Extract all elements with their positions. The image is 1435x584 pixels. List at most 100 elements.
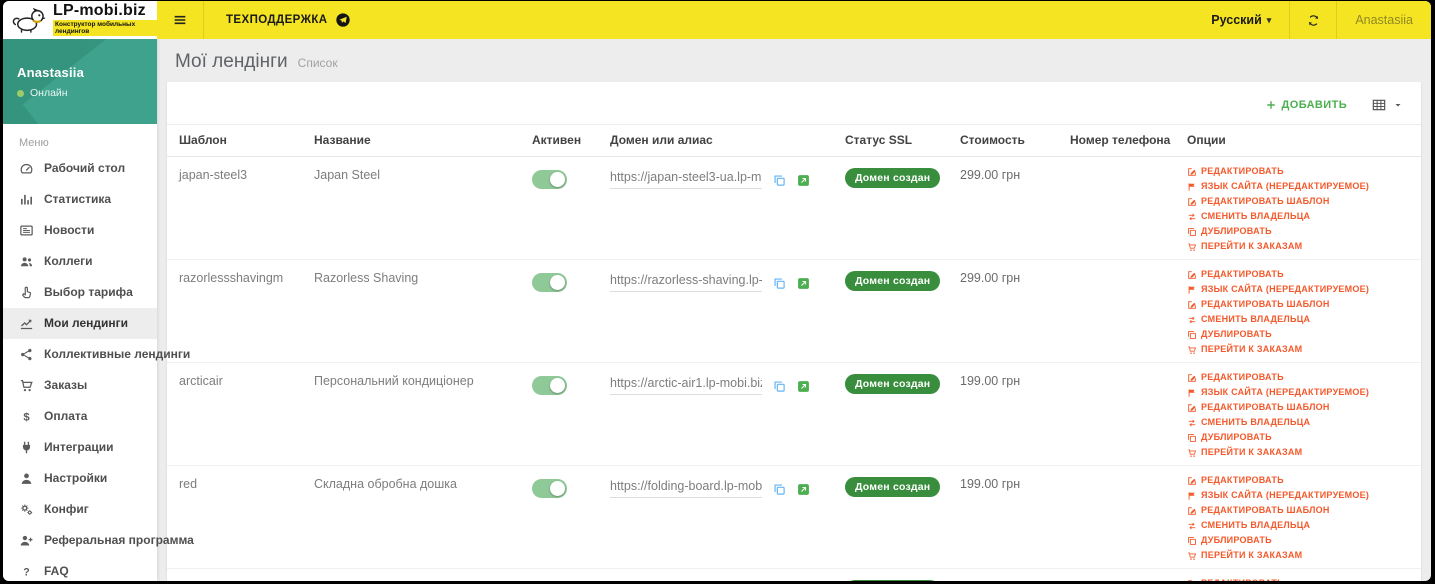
option-link[interactable]: РЕДАКТИРОВАТЬ ШАБЛОН [1187,402,1413,413]
add-landing-button[interactable]: ДОБАВИТЬ [1265,99,1348,111]
column-header: Номер телефона [1070,124,1187,157]
phone-cell [1070,157,1187,260]
option-link[interactable]: СМЕНИТЬ ВЛАДЕЛЬЦА [1187,314,1413,325]
refresh-button[interactable] [1290,1,1336,39]
edit-icon [1187,579,1197,581]
exchange-icon [1187,418,1197,428]
option-link[interactable]: ЯЗЫК САЙТА (НЕРЕДАКТИРУЕМОЕ) [1187,181,1413,192]
card-toolbar: ДОБАВИТЬ [167,82,1421,124]
sidebar-item-label: Выбор тарифа [44,285,133,299]
option-link[interactable]: РЕДАКТИРОВАТЬ [1187,269,1413,280]
domain-input[interactable] [610,477,762,498]
domain-field-group [610,374,837,395]
sidebar-item-colleagues[interactable]: Коллеги [3,246,157,277]
username-label: Anastasiia [1355,13,1413,27]
option-link[interactable]: ПЕРЕЙТИ К ЗАКАЗАМ [1187,447,1413,458]
active-toggle[interactable] [532,170,567,189]
option-link[interactable]: РЕДАКТИРОВАТЬ [1187,578,1413,581]
option-link[interactable]: РЕДАКТИРОВАТЬ ШАБЛОН [1187,505,1413,516]
sidebar-item-statistics[interactable]: Статистика [3,184,157,215]
option-link[interactable]: ЯЗЫК САЙТА (НЕРЕДАКТИРУЕМОЕ) [1187,284,1413,295]
option-link[interactable]: РЕДАКТИРОВАТЬ [1187,475,1413,486]
language-selector[interactable]: Русский ▾ [1193,1,1289,39]
option-link[interactable]: ЯЗЫК САЙТА (НЕРЕДАКТИРУЕМОЕ) [1187,387,1413,398]
sidebar-item-collective-landings[interactable]: Коллективные лендинги [3,339,190,370]
name-cell: Складна обробна дошка [314,465,532,569]
user-menu-button[interactable]: Anastasiia [1337,1,1431,39]
domain-cell [610,465,845,569]
sidebar-item-label: Реферальная программа [44,533,194,547]
option-link[interactable]: СМЕНИТЬ ВЛАДЕЛЬЦА [1187,211,1413,222]
active-toggle[interactable] [532,376,567,395]
view-options-button[interactable] [1371,97,1403,113]
sidebar-item-news[interactable]: Новости [3,215,157,246]
colleagues-icon [19,254,34,269]
language-icon [1187,285,1197,295]
ssl-status-badge: Домен создан [845,580,941,581]
domain-input[interactable] [610,374,762,395]
open-site-icon[interactable] [797,483,810,496]
edit-icon [1187,373,1197,383]
menu-toggle-button[interactable] [157,1,203,39]
option-link[interactable]: ПЕРЕЙТИ К ЗАКАЗАМ [1187,344,1413,355]
copy-domain-icon[interactable] [773,380,786,393]
sidebar-item-my-landings[interactable]: Мои лендинги [3,308,157,339]
ssl-status-badge: Домен создан [845,477,941,497]
edit-icon [1187,476,1197,486]
sidebar-item-payment[interactable]: $ Оплата [3,401,157,432]
option-link[interactable]: ДУБЛИРОВАТЬ [1187,535,1413,546]
option-link[interactable]: СМЕНИТЬ ВЛАДЕЛЬЦА [1187,417,1413,428]
sidebar-item-settings[interactable]: Настройки [3,463,157,494]
stats-icon [19,192,34,207]
ssl-cell: Домен создан [845,568,960,581]
open-site-icon[interactable] [797,277,810,290]
support-button[interactable]: ТЕХПОДДЕРЖКА [204,1,373,39]
copy-domain-icon[interactable] [773,277,786,290]
cart-icon [1187,242,1197,252]
cart-icon [1187,551,1197,561]
ssl-status-badge: Домен создан [845,271,941,291]
option-link[interactable]: ДУБЛИРОВАТЬ [1187,226,1413,237]
telegram-icon [335,12,351,28]
options-cell: РЕДАКТИРОВАТЬ ЯЗЫК САЙТА (НЕРЕДАКТИРУЕМОЕ… [1187,465,1421,569]
duplicate-icon [1187,330,1197,340]
domain-input[interactable] [610,580,762,581]
option-link[interactable]: РЕДАКТИРОВАТЬ ШАБЛОН [1187,196,1413,207]
active-toggle[interactable] [532,479,567,498]
sidebar-item-referral[interactable]: Реферальная программа [3,525,194,556]
table-row: clothes and shoesЧоловічі кросівки Домен … [167,568,1421,581]
option-link[interactable]: СМЕНИТЬ ВЛАДЕЛЬЦА [1187,520,1413,531]
sidebar-item-desktop[interactable]: Рабочий стол [3,153,157,184]
option-link[interactable]: ПЕРЕЙТИ К ЗАКАЗАМ [1187,241,1413,252]
collective-icon [19,347,34,362]
option-link[interactable]: РЕДАКТИРОВАТЬ ШАБЛОН [1187,299,1413,310]
copy-domain-icon[interactable] [773,174,786,187]
option-link[interactable]: РЕДАКТИРОВАТЬ [1187,166,1413,177]
page-header: Мої лендінги Список [157,39,1431,82]
language-label: Русский [1211,13,1262,27]
sidebar-item-tariff[interactable]: Выбор тарифа [3,277,157,308]
sidebar-user-panel: Anastasiia Онлайн [3,39,157,124]
domain-input[interactable] [610,168,762,189]
open-site-icon[interactable] [797,380,810,393]
option-link[interactable]: ПЕРЕЙТИ К ЗАКАЗАМ [1187,550,1413,561]
option-link[interactable]: ЯЗЫК САЙТА (НЕРЕДАКТИРУЕМОЕ) [1187,490,1413,501]
app-window: LP-mobi.biz Конструктор мобильных лендин… [3,1,1431,581]
sidebar-item-config[interactable]: Конфиг [3,494,157,525]
sidebar-item-faq[interactable]: ? FAQ [3,556,157,581]
option-link[interactable]: РЕДАКТИРОВАТЬ [1187,372,1413,383]
option-link[interactable]: ДУБЛИРОВАТЬ [1187,329,1413,340]
option-link-label: СМЕНИТЬ ВЛАДЕЛЬЦА [1201,520,1311,530]
domain-input[interactable] [610,271,762,292]
active-toggle[interactable] [532,273,567,292]
sidebar-item-label: Новости [44,223,95,237]
table-row: razorlessshavingmRazorless ShavingДомен … [167,259,1421,363]
option-link[interactable]: ДУБЛИРОВАТЬ [1187,432,1413,443]
sidebar-item-orders[interactable]: Заказы [3,370,157,401]
logo[interactable]: LP-mobi.biz Конструктор мобильных лендин… [3,1,157,39]
sidebar-item-integrations[interactable]: Интеграции [3,432,157,463]
sidebar-menu: Рабочий стол Статистика Новости Коллеги Выбо… [3,153,194,581]
sidebar-item-label: FAQ [44,564,69,578]
copy-domain-icon[interactable] [773,483,786,496]
open-site-icon[interactable] [797,174,810,187]
